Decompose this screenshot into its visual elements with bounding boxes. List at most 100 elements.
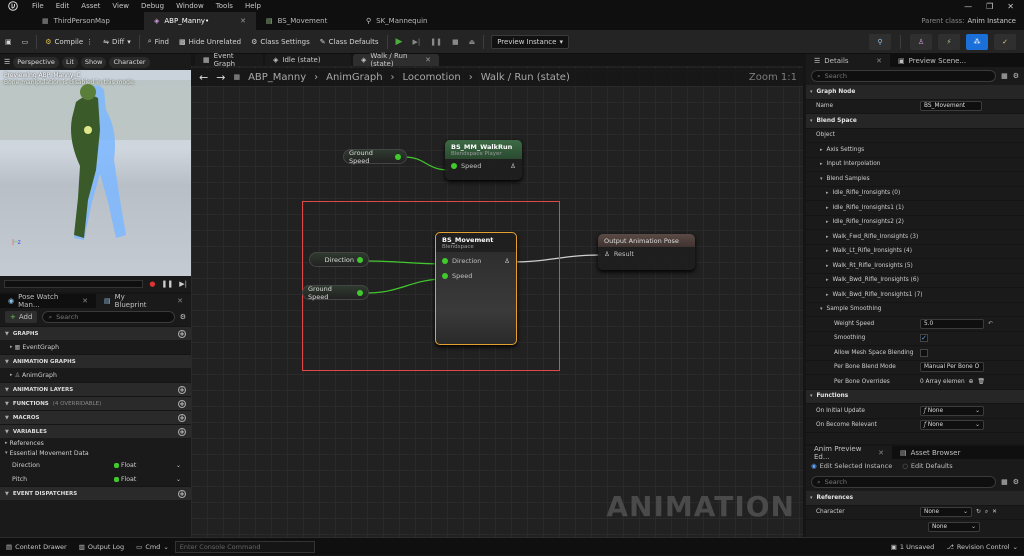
use-selected-icon[interactable]: ↻ [976,509,981,515]
pose-pin-icon[interactable]: ♙ [504,257,510,265]
ground-speed-getter-node[interactable]: Ground Speed [343,149,407,165]
stop-button[interactable]: ■ [447,32,464,52]
section-graph-node[interactable]: ▾ Graph Node [806,85,1024,100]
close-tab-icon[interactable]: ✕ [177,297,183,305]
gear-icon[interactable]: ⚙ [1013,72,1019,80]
table-view-icon[interactable]: ▦ [1001,478,1008,486]
output-pose-node[interactable]: Output Animation Pose ♙ Result [598,234,695,270]
anim-mode-button[interactable]: ⚡ [938,33,960,50]
browse-button[interactable]: ▭ [17,32,34,52]
character-sub-dropdown[interactable]: None ⌄ [928,522,980,533]
save-button[interactable]: ▣ [0,32,17,52]
blend-sample-5[interactable]: ▸ Walk_Rt_Rifle_Ironsights (5) [806,259,1024,274]
blend-sample-4[interactable]: ▸ Walk_Lt_Rifle_Ironsights (4) [806,245,1024,259]
content-drawer-button[interactable]: ▤ Content Drawer [0,538,73,556]
blend-sample-2[interactable]: ▸ Idle_Rifle_Ironsights2 (2) [806,216,1024,230]
section-graphs[interactable]: ▼ GRAPHS + [0,326,191,340]
category-references[interactable]: ▸ References [0,438,191,448]
section-animation-graphs[interactable]: ▼ ANIMATION GRAPHS [0,354,191,368]
weight-speed-field[interactable]: 5.0 [920,318,984,329]
smoothing-checkbox[interactable]: ✓ [920,334,928,343]
pause-icon[interactable]: ❚❚ [162,280,174,288]
blendspace-player-node[interactable]: BS_MM_WalkRun Blendspace Player Speed ♙ [445,140,522,180]
add-element-icon[interactable]: ⊕ [969,379,974,385]
input-pin[interactable] [451,163,457,169]
per-bone-mode-dropdown[interactable]: Manual Per Bone O [920,362,984,373]
section-blend-space[interactable]: ▾ Blend Space [806,114,1024,129]
more-icon[interactable]: ⋮ [86,38,93,46]
prop-object[interactable]: Object [806,129,1024,143]
chevron-down-icon[interactable]: ⌄ [176,462,181,469]
unreal-logo-icon[interactable] [0,0,26,12]
preview-viewport[interactable]: ☰ Perspective Lit Show Character Preview… [0,54,191,292]
forward-icon[interactable]: ▶| [179,280,187,288]
prop-blend-samples[interactable]: ▾ Blend Samples [806,172,1024,187]
direction-input-pin[interactable] [442,258,448,264]
tab-pose-watch[interactable]: ◉ Pose Watch Man... ✕ [0,293,96,309]
add-graph-icon[interactable]: + [178,329,186,338]
section-macros[interactable]: ▼ MACROS + [0,410,191,424]
parent-class-value[interactable]: Anim Instance [967,17,1016,25]
graph-editor[interactable]: ▦ Event Graph ◈ Idle (state) ◈ Walk / Run (… [191,52,803,537]
prop-sample-smoothing[interactable]: ▾ Sample Smoothing [806,303,1024,317]
name-field[interactable]: BS_Movement [920,101,982,112]
tab-details[interactable]: ☰ Details ✕ [806,54,890,67]
section-variables[interactable]: ▼ VARIABLES + [0,424,191,438]
ground-speed-getter-node-2[interactable]: Ground Speed [302,285,369,301]
menu-file[interactable]: File [26,0,50,12]
graph-item-anim-graph[interactable]: ▸ ♙ AnimGraph [0,368,191,382]
delete-icon[interactable]: 🗑 [977,379,984,385]
add-dispatcher-icon[interactable]: + [178,489,186,498]
close-tab-icon[interactable]: ✕ [876,57,882,65]
skeleton-mode-button[interactable]: ⚲ [869,33,891,50]
variable-pitch[interactable]: Pitch Float ⌄ [0,472,191,486]
timeline-scrub[interactable] [4,280,144,288]
prop-axis-settings[interactable]: ▸ Axis Settings [806,143,1024,158]
menu-asset[interactable]: Asset [75,0,106,12]
gear-icon[interactable]: ⚙ [180,313,186,321]
menu-help[interactable]: Help [239,0,267,12]
menu-edit[interactable]: Edit [50,0,76,12]
blueprint-mode-button[interactable]: ⁂ [966,33,988,50]
tab-asset-browser[interactable]: ▤ Asset Browser [892,446,968,459]
tab-anim-preview[interactable]: Anim Preview Ed... ✕ [806,445,892,461]
anim-preview-search[interactable]: ⌕ Search [811,476,997,488]
character-dropdown[interactable]: None ⌄ [920,507,972,518]
tab-bs-movement[interactable]: ▤ BS_Movement [256,12,356,30]
output-pin[interactable] [395,153,401,160]
revision-control-button[interactable]: ⎇ Revision Control ⌄ [940,538,1024,556]
blend-sample-6[interactable]: ▸ Walk_Bwd_Rifle_Ironsights (6) [806,274,1024,288]
menu-debug[interactable]: Debug [135,0,170,12]
add-function-icon[interactable]: + [178,399,186,408]
mesh-mode-button[interactable]: ♙ [910,33,932,50]
details-search[interactable]: ⌕ Search [811,70,997,82]
class-settings-button[interactable]: ⚙ Class Settings [246,32,315,52]
on-initial-dropdown[interactable]: ƒ None ⌄ [920,405,984,416]
edit-selected-radio[interactable]: ◉ Edit Selected Instance [811,462,892,470]
add-layer-icon[interactable]: + [178,385,186,394]
hide-unrelated-button[interactable]: ▩ Hide Unrelated [174,32,246,52]
play-button[interactable]: ▶ [391,32,408,52]
record-icon[interactable]: ● [149,280,155,288]
blend-sample-0[interactable]: ▸ Idle_Rifle_Ironsights (0) [806,187,1024,201]
step-button[interactable]: ▶| [407,32,425,52]
blend-sample-1[interactable]: ▸ Idle_Rifle_Ironsights1 (1) [806,201,1024,216]
allow-mesh-checkbox[interactable] [920,348,928,357]
add-variable-icon[interactable]: + [178,427,186,436]
clear-icon[interactable]: ✕ [992,509,997,515]
console-input[interactable]: Enter Console Command [174,540,315,553]
physics-mode-button[interactable]: ✓ [994,33,1016,50]
tab-sk-mannequin[interactable]: ⚲ SK_Mannequin [356,12,468,30]
cmd-dropdown[interactable]: ▭ Cmd ⌄ [130,538,175,556]
tab-third-person-map[interactable]: ▦ ThirdPersonMap [32,12,144,30]
tab-preview-scene[interactable]: ▣ Preview Scene... [890,54,980,67]
section-animation-layers[interactable]: ▼ ANIMATION LAYERS + [0,382,191,396]
menu-view[interactable]: View [106,0,135,12]
add-button[interactable]: + Add [5,311,38,323]
on-relevant-dropdown[interactable]: ƒ None ⌄ [920,420,984,431]
compile-button[interactable]: ⚙ Compile ⋮ [40,32,98,52]
minimize-icon[interactable]: — [964,2,972,11]
prop-input-interpolation[interactable]: ▸ Input Interpolation [806,158,1024,172]
table-view-icon[interactable]: ▦ [1001,72,1008,80]
menu-tools[interactable]: Tools [210,0,239,12]
